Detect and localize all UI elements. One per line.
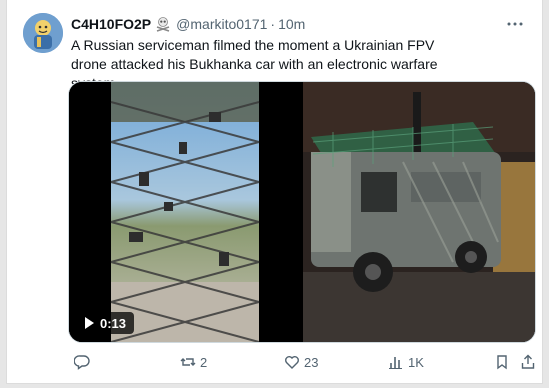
repost-button[interactable]: 2 bbox=[180, 354, 207, 370]
author-handle[interactable]: @markito0171 bbox=[176, 16, 267, 32]
action-bar: 2 23 1K bbox=[68, 354, 538, 374]
like-icon bbox=[285, 356, 299, 369]
play-icon bbox=[85, 317, 94, 329]
share-button[interactable] bbox=[520, 354, 536, 370]
repost-icon bbox=[180, 358, 196, 366]
skull-crossbones-badge-icon bbox=[154, 15, 172, 33]
repost-count: 2 bbox=[200, 354, 208, 370]
like-button[interactable]: 23 bbox=[284, 354, 318, 370]
avatar[interactable] bbox=[23, 13, 63, 53]
video-thumbnail[interactable]: 0:13 bbox=[69, 82, 301, 342]
share-icon bbox=[521, 354, 535, 369]
video-duration-badge[interactable]: 0:13 bbox=[77, 312, 135, 334]
reply-button[interactable] bbox=[74, 354, 90, 370]
reply-icon bbox=[74, 355, 90, 370]
photo-thumbnail[interactable] bbox=[303, 82, 535, 342]
view-count: 1K bbox=[408, 354, 424, 370]
views-button[interactable]: 1K bbox=[388, 354, 424, 370]
separator-dot: · bbox=[270, 16, 276, 32]
bookmark-icon bbox=[497, 355, 507, 370]
tweet-card[interactable]: C4H10FO2P @markito0171 · 10m A Russian s… bbox=[6, 0, 543, 384]
bookmark-button[interactable] bbox=[494, 354, 510, 370]
author-name[interactable]: C4H10FO2P bbox=[71, 16, 151, 32]
like-count: 23 bbox=[304, 354, 319, 370]
timestamp[interactable]: 10m bbox=[278, 16, 305, 32]
video-duration: 0:13 bbox=[100, 315, 127, 331]
media-container[interactable]: 0:13 bbox=[68, 81, 536, 343]
tweet-header: C4H10FO2P @markito0171 · 10m bbox=[71, 14, 530, 34]
views-icon bbox=[389, 357, 402, 369]
more-icon[interactable] bbox=[506, 16, 524, 32]
